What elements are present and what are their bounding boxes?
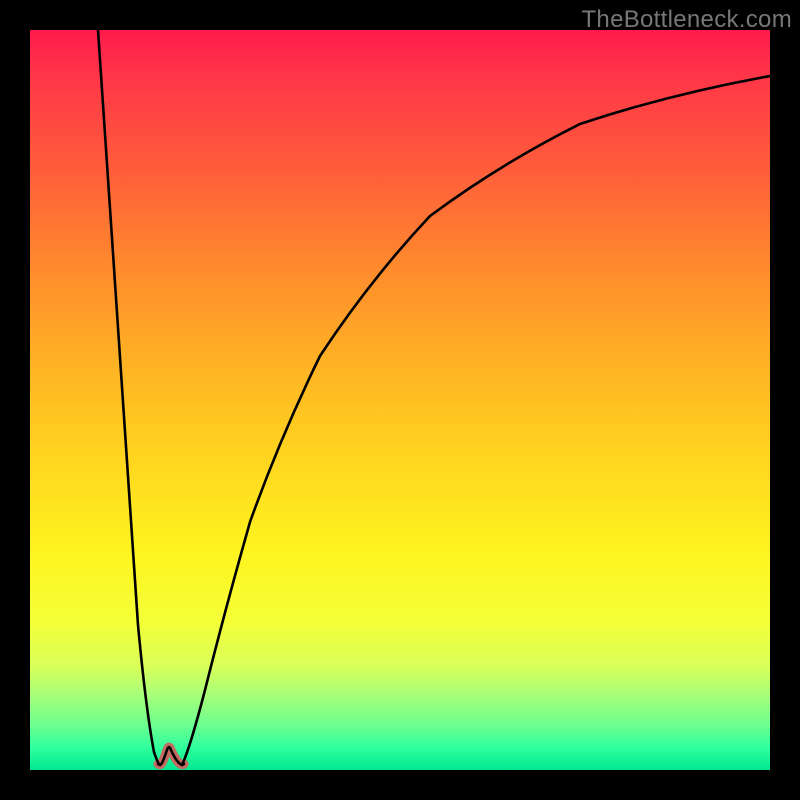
watermark-text: TheBottleneck.com <box>581 6 792 34</box>
gradient-background <box>30 30 770 770</box>
chart-frame: TheBottleneck.com <box>0 0 800 800</box>
